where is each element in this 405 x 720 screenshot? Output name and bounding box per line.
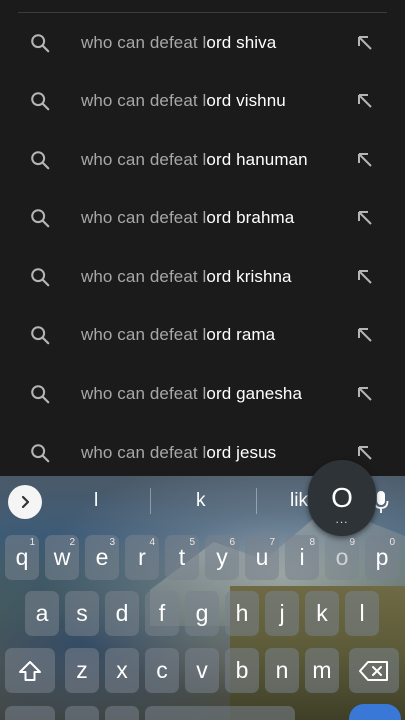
language-key[interactable] bbox=[105, 706, 139, 720]
suggestion-text: who can defeat lord jesus bbox=[81, 443, 277, 462]
search-icon bbox=[31, 92, 50, 111]
search-action-key[interactable] bbox=[349, 704, 401, 720]
suggestion-separator bbox=[256, 488, 257, 514]
insert-arrow-icon[interactable] bbox=[356, 34, 374, 52]
suggestion-text: who can defeat lord krishna bbox=[81, 267, 292, 286]
key-z[interactable]: z bbox=[65, 648, 99, 693]
key-label: u bbox=[255, 544, 269, 570]
key-i[interactable]: i8 bbox=[285, 535, 319, 580]
key-label: q bbox=[15, 544, 29, 570]
key-hint: 5 bbox=[189, 537, 195, 548]
search-icon bbox=[31, 326, 50, 345]
emoji-key[interactable] bbox=[65, 706, 99, 720]
more-keys-indicator: ... bbox=[335, 512, 349, 526]
key-r[interactable]: r4 bbox=[125, 535, 159, 580]
shift-key[interactable] bbox=[5, 648, 55, 693]
key-n[interactable]: n bbox=[265, 648, 299, 693]
shift-icon bbox=[19, 660, 41, 681]
key-label: w bbox=[53, 544, 71, 570]
space-key[interactable] bbox=[145, 706, 295, 720]
insert-arrow-icon[interactable] bbox=[356, 326, 374, 344]
key-hint: 2 bbox=[69, 537, 75, 548]
chevron-right-icon bbox=[21, 495, 30, 509]
key-b[interactable]: b bbox=[225, 648, 259, 693]
suggestion-text: who can defeat lord vishnu bbox=[81, 91, 286, 110]
key-hint: 6 bbox=[229, 537, 235, 548]
suggestion-item[interactable]: who can defeat lord hanuman bbox=[0, 131, 405, 189]
key-hint: 3 bbox=[109, 537, 115, 548]
suggestion-item[interactable]: who can defeat lord krishna bbox=[0, 248, 405, 306]
search-icon bbox=[31, 385, 50, 404]
key-label: i bbox=[299, 544, 305, 570]
key-label: e bbox=[95, 544, 109, 570]
insert-arrow-icon[interactable] bbox=[356, 385, 374, 403]
suggestion-item[interactable]: who can defeat lord brahma bbox=[0, 189, 405, 247]
key-k[interactable]: k bbox=[305, 591, 339, 636]
expand-toolbar-button[interactable] bbox=[8, 485, 42, 519]
insert-arrow-icon[interactable] bbox=[356, 444, 374, 462]
key-hint: 9 bbox=[349, 537, 355, 548]
key-p[interactable]: p0 bbox=[365, 535, 399, 580]
key-hint: 1 bbox=[29, 537, 35, 548]
suggestion-text: who can defeat lord ganesha bbox=[81, 384, 303, 403]
key-j[interactable]: j bbox=[265, 591, 299, 636]
key-u[interactable]: u7 bbox=[245, 535, 279, 580]
key-hint: 4 bbox=[149, 537, 155, 548]
key-h[interactable]: h bbox=[225, 591, 259, 636]
suggestion-text: who can defeat lord shiva bbox=[81, 33, 277, 52]
suggestion-separator bbox=[150, 488, 151, 514]
insert-arrow-icon[interactable] bbox=[356, 268, 374, 286]
key-label: o bbox=[335, 544, 349, 570]
key-q[interactable]: q1 bbox=[5, 535, 39, 580]
suggestion-text: who can defeat lord hanuman bbox=[81, 150, 308, 169]
key-m[interactable]: m bbox=[305, 648, 339, 693]
key-t[interactable]: t5 bbox=[165, 535, 199, 580]
backspace-key[interactable] bbox=[349, 648, 399, 693]
divider bbox=[18, 12, 387, 13]
insert-arrow-icon[interactable] bbox=[356, 209, 374, 227]
key-s[interactable]: s bbox=[65, 591, 99, 636]
key-d[interactable]: d bbox=[105, 591, 139, 636]
key-c[interactable]: c bbox=[145, 648, 179, 693]
symbols-key[interactable] bbox=[5, 706, 55, 720]
key-f[interactable]: f bbox=[145, 591, 179, 636]
search-icon bbox=[31, 209, 50, 228]
word-suggestion-3[interactable]: lik bbox=[290, 490, 308, 512]
key-e[interactable]: e3 bbox=[85, 535, 119, 580]
search-icon bbox=[31, 444, 50, 463]
word-suggestion-1[interactable]: l bbox=[94, 490, 98, 512]
search-icon bbox=[31, 34, 50, 53]
insert-arrow-icon[interactable] bbox=[356, 151, 374, 169]
key-label: y bbox=[216, 544, 228, 570]
key-a[interactable]: a bbox=[25, 591, 59, 636]
backspace-icon bbox=[359, 660, 388, 681]
suggestion-text: who can defeat lord brahma bbox=[81, 208, 295, 227]
key-y[interactable]: y6 bbox=[205, 535, 239, 580]
key-label: t bbox=[178, 544, 186, 570]
key-o[interactable]: o9 bbox=[325, 535, 359, 580]
key-x[interactable]: x bbox=[105, 648, 139, 693]
suggestion-list: who can defeat lord shiva who can defeat… bbox=[0, 0, 405, 476]
key-v[interactable]: v bbox=[185, 648, 219, 693]
suggestion-item[interactable]: who can defeat lord shiva bbox=[0, 14, 405, 72]
key-g[interactable]: g bbox=[185, 591, 219, 636]
key-label: p bbox=[375, 544, 389, 570]
suggestion-item[interactable]: who can defeat lord vishnu bbox=[0, 72, 405, 130]
insert-arrow-icon[interactable] bbox=[356, 92, 374, 110]
search-icon bbox=[31, 151, 50, 170]
key-hint: 8 bbox=[309, 537, 315, 548]
key-hint: 0 bbox=[389, 537, 395, 548]
key-hint: 7 bbox=[269, 537, 275, 548]
key-preview-letter: O bbox=[331, 482, 353, 513]
suggestion-item[interactable]: who can defeat lord rama bbox=[0, 306, 405, 364]
word-suggestion-2[interactable]: k bbox=[196, 490, 206, 512]
suggestion-item[interactable]: who can defeat lord ganesha bbox=[0, 365, 405, 423]
key-preview-popup: O ... bbox=[308, 460, 376, 536]
key-l[interactable]: l bbox=[345, 591, 379, 636]
key-label: r bbox=[138, 544, 146, 570]
search-icon bbox=[31, 268, 50, 287]
key-w[interactable]: w2 bbox=[45, 535, 79, 580]
suggestion-text: who can defeat lord rama bbox=[81, 325, 276, 344]
